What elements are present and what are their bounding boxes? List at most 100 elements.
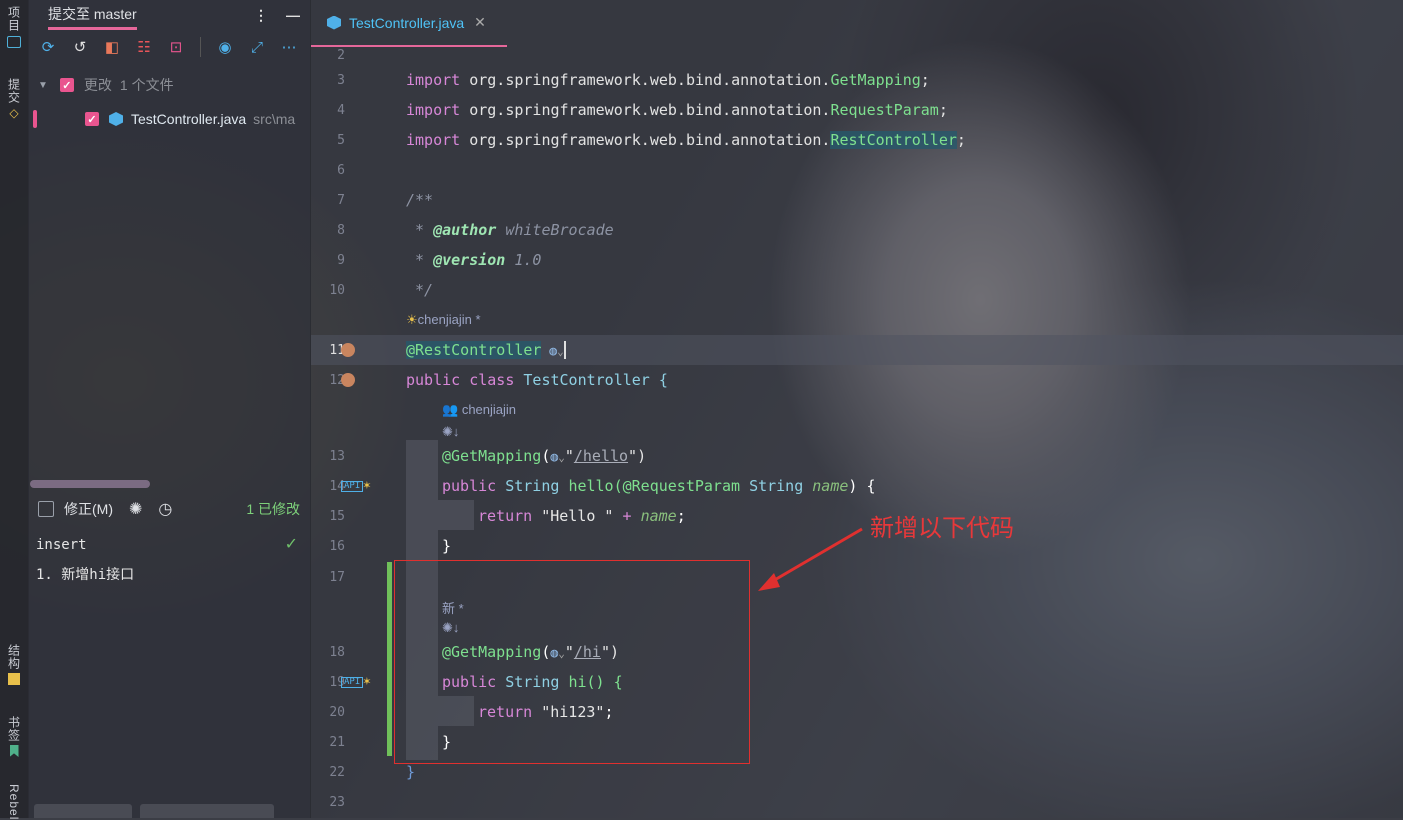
line-number: 14 bbox=[329, 478, 345, 494]
commit-message-line: insert bbox=[36, 537, 87, 553]
line-number: 8 bbox=[337, 222, 345, 238]
debug-icon[interactable]: ✶ bbox=[363, 478, 371, 493]
code-line: 9 * @version 1.0 bbox=[311, 245, 1403, 275]
commit-toolbar: ⟳ ↺ ◧ ☷ ⊡ ◉ ⤢ ⋯ bbox=[28, 30, 310, 64]
changes-group-row[interactable]: ▼ ✓ 更改 1 个文件 bbox=[28, 68, 310, 102]
amend-checkbox[interactable] bbox=[38, 501, 54, 517]
code-line: 5 import org.springframework.web.bind.an… bbox=[311, 125, 1403, 155]
debug-icon[interactable]: ✶ bbox=[363, 674, 371, 689]
close-icon[interactable]: ✕ bbox=[474, 14, 486, 31]
changes-count: 1 个文件 bbox=[119, 77, 174, 93]
file-path: src\ma bbox=[253, 111, 296, 127]
ai-commit-icon[interactable]: ✺ bbox=[129, 499, 142, 519]
preview-eye-icon[interactable]: ◉ bbox=[215, 37, 235, 57]
structure-label: 结构 bbox=[6, 644, 21, 670]
file-checkbox[interactable]: ✓ bbox=[85, 112, 99, 126]
bookmarks-tool-button[interactable]: 书签 bbox=[0, 716, 28, 757]
more-options-icon[interactable]: ⋮ bbox=[254, 7, 268, 24]
code-line: 3 import org.springframework.web.bind.an… bbox=[311, 65, 1403, 95]
file-name: TestController.java bbox=[131, 111, 247, 127]
ai-gen-icon[interactable]: ✺↓ bbox=[442, 424, 459, 440]
commit-and-push-button[interactable] bbox=[140, 804, 274, 818]
changelist-icon[interactable]: ☷ bbox=[134, 37, 154, 57]
method-author-hint[interactable]: 👥 chenjiajin bbox=[442, 402, 516, 418]
globe-icon[interactable]: ◍ bbox=[541, 344, 557, 359]
line-number: 23 bbox=[329, 794, 345, 810]
spring-bean-icon[interactable] bbox=[341, 343, 355, 357]
shelve-icon[interactable]: ⊡ bbox=[166, 37, 186, 57]
commit-panel: 提交至 master ⋮ — ⟳ ↺ ◧ ☷ ⊡ ◉ ⤢ ⋯ ▼ ✓ 更改 1 … bbox=[28, 0, 311, 818]
line-number: 5 bbox=[337, 132, 345, 148]
chevron-down-icon[interactable]: ▼ bbox=[38, 80, 48, 91]
amend-row: 修正(M) ✺ ◷ 1 已修改 bbox=[28, 492, 310, 526]
api-icon[interactable]: API bbox=[341, 677, 364, 688]
line-number: 21 bbox=[329, 734, 345, 750]
tool-window-strip: 项目 提交 ◇ 结构 书签 Rebel bbox=[0, 0, 29, 820]
code-line: 8 * @author whiteBrocade bbox=[311, 215, 1403, 245]
line-number: 13 bbox=[329, 448, 345, 464]
line-number: 9 bbox=[337, 252, 345, 268]
highlight-box bbox=[394, 560, 750, 764]
expand-icon[interactable]: ⤢ bbox=[247, 37, 267, 57]
line-number: 22 bbox=[329, 764, 345, 780]
rollback-icon[interactable]: ↺ bbox=[70, 37, 90, 57]
project-icon bbox=[7, 36, 21, 48]
line-number: 16 bbox=[329, 538, 345, 554]
commit-button[interactable] bbox=[34, 804, 132, 818]
code-line: 12 public class TestController { bbox=[311, 365, 1403, 395]
code-line: 7 /** bbox=[311, 185, 1403, 215]
current-line: 11 @RestController ◍⌄ bbox=[311, 335, 1403, 365]
structure-icon bbox=[8, 673, 20, 685]
rebel-label: Rebel bbox=[7, 784, 21, 820]
code-line: 4 import org.springframework.web.bind.an… bbox=[311, 95, 1403, 125]
line-number: 7 bbox=[337, 192, 345, 208]
java-class-icon bbox=[109, 112, 123, 126]
bookmarks-label: 书签 bbox=[6, 716, 21, 742]
commit-panel-title: 提交至 master bbox=[48, 4, 137, 30]
tab-title: TestController.java bbox=[349, 14, 465, 31]
line-number: 12 bbox=[329, 372, 345, 388]
line-number: 10 bbox=[329, 282, 345, 298]
project-label: 项目 bbox=[6, 6, 21, 32]
api-icon[interactable]: API bbox=[341, 481, 364, 492]
code-line: 13 @GetMapping(◍⌄"/hello") bbox=[311, 441, 1403, 471]
changes-checkbox[interactable]: ✓ bbox=[59, 78, 74, 92]
amend-label[interactable]: 修正(M) bbox=[64, 499, 113, 519]
line-number: 3 bbox=[337, 72, 345, 88]
commit-tool-button[interactable]: 提交 ◇ bbox=[0, 78, 28, 120]
project-tool-button[interactable]: 项目 bbox=[0, 6, 28, 48]
structure-tool-button[interactable]: 结构 bbox=[0, 644, 28, 685]
checkmark-icon: ✓ bbox=[284, 536, 298, 553]
spring-bean-search-icon[interactable] bbox=[341, 373, 355, 387]
java-class-icon bbox=[327, 15, 341, 30]
annotation-arrow bbox=[758, 527, 863, 591]
minimize-icon[interactable]: — bbox=[286, 7, 300, 24]
author-hint[interactable]: ☀chenjiajin * bbox=[406, 312, 481, 328]
diff-icon[interactable]: ◧ bbox=[102, 37, 122, 57]
rebel-tool-button[interactable]: Rebel bbox=[0, 784, 28, 820]
line-number: 6 bbox=[337, 162, 345, 178]
commit-icon: ◇ bbox=[9, 106, 19, 120]
line-number: 18 bbox=[329, 644, 345, 660]
refresh-icon[interactable]: ⟳ bbox=[38, 37, 58, 57]
changes-label: 更改 bbox=[83, 77, 112, 93]
history-clock-icon[interactable]: ◷ bbox=[158, 499, 172, 519]
annotation-note: 新增以下代码 bbox=[870, 515, 1014, 542]
line-number: 19 bbox=[329, 674, 345, 690]
modified-count[interactable]: 1 已修改 bbox=[246, 499, 300, 519]
commit-label: 提交 bbox=[6, 78, 21, 104]
horizontal-scrollbar[interactable] bbox=[30, 480, 150, 488]
line-number: 4 bbox=[337, 102, 345, 118]
line-number: 2 bbox=[337, 47, 345, 63]
users-icon: 👥 bbox=[442, 402, 459, 417]
line-number: 11 bbox=[329, 342, 345, 358]
commit-message-input[interactable]: insert 1. 新增hi接口 bbox=[36, 530, 134, 590]
line-number: 20 bbox=[329, 704, 345, 720]
bookmark-icon bbox=[9, 745, 19, 757]
more-icon[interactable]: ⋯ bbox=[279, 37, 299, 57]
line-number: 17 bbox=[329, 569, 345, 585]
commit-panel-header: 提交至 master ⋮ — bbox=[28, 0, 310, 30]
code-line: 10 */ bbox=[311, 275, 1403, 305]
file-row[interactable]: ✓ TestController.java src\ma bbox=[28, 102, 310, 136]
line-number: 15 bbox=[329, 508, 345, 524]
